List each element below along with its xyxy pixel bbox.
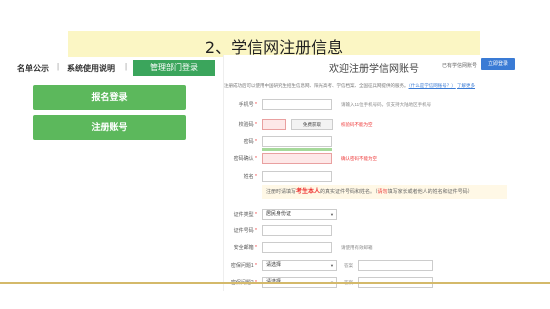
form-title: 欢迎注册学信网账号 <box>329 64 419 75</box>
confirm-password-error: 确认密码不能为空 <box>341 156 377 161</box>
password-strength-bar <box>262 148 332 151</box>
email-hint: 请使用有效邮箱 <box>341 245 373 250</box>
intro-body: 注册成功后可以使用中国研究生招生信息网、阳光高考、学信档案、全国征兵网提供的服务… <box>224 83 409 88</box>
nav-separator: | <box>125 62 128 71</box>
email-label: 安全邮箱 * <box>233 245 257 251</box>
nav-separator: | <box>57 62 60 71</box>
has-account-text: 已有学信网账号 <box>442 63 478 69</box>
nav-item-name-list[interactable]: 名单公示 <box>17 63 49 74</box>
what-is-account-link[interactable]: （什么是学信网账号？） <box>409 83 456 88</box>
login-now-button[interactable]: 立即登录 <box>481 58 515 70</box>
id-number-label: 证件号码 * <box>233 228 257 234</box>
confirm-password-input[interactable] <box>262 153 332 164</box>
learn-more-link[interactable]: 了解更多 <box>457 83 475 88</box>
report-login-button[interactable]: 报名登录 <box>33 85 186 110</box>
left-nav: 名单公示 | 系统使用说明 | 管理部门登录 <box>15 60 215 76</box>
security-question-1-label: 密保问题1 * <box>230 263 257 269</box>
chevron-down-icon: ▼ <box>330 263 334 268</box>
captcha-error: 校验码不能为空 <box>341 122 373 127</box>
register-form: 欢迎注册学信网账号 已有学信网账号 立即登录 注册成功后可以使用中国研究生招生信… <box>223 55 533 291</box>
id-type-label: 证件类型 * <box>233 212 257 218</box>
phone-hint: 请输入11位手机号码，仅支持大陆地区手机号 <box>341 102 432 107</box>
email-input[interactable] <box>262 242 332 253</box>
id-type-select[interactable]: 居民身份证 ▼ <box>262 209 337 220</box>
nav-item-user-guide[interactable]: 系统使用说明 <box>67 63 115 74</box>
name-label: 姓名 * <box>243 174 257 180</box>
chevron-down-icon: ▼ <box>330 212 334 217</box>
id-number-input[interactable] <box>262 225 332 236</box>
password-input[interactable] <box>262 136 332 147</box>
phone-input[interactable] <box>262 99 332 110</box>
password-label: 密码 * <box>243 139 257 145</box>
answer-1-label: 答案 <box>344 263 353 268</box>
captcha-input[interactable] <box>262 119 286 130</box>
real-name-notice: 注册时请填写考生本人的真实证件号码和姓名。（请勿填写家长或者他人的姓名和证件号码… <box>262 185 507 199</box>
intro-text: 注册成功后可以使用中国研究生招生信息网、阳光高考、学信档案、全国征兵网提供的服务… <box>224 83 534 89</box>
register-account-button[interactable]: 注册账号 <box>33 115 186 140</box>
slide-title-bar: 2、学信网注册信息 <box>68 31 480 57</box>
security-question-1-select[interactable]: 请选择 ▼ <box>262 260 337 271</box>
phone-label: 手机号 * <box>238 102 257 108</box>
bottom-divider <box>0 282 550 284</box>
answer-1-input[interactable] <box>358 260 433 271</box>
get-captcha-button[interactable]: 免费获取 <box>291 119 333 130</box>
name-input[interactable] <box>262 171 332 182</box>
confirm-password-label: 密码确认 * <box>233 156 257 162</box>
nav-item-admin-login[interactable]: 管理部门登录 <box>133 60 215 76</box>
captcha-label: 校验码 * <box>238 122 257 128</box>
